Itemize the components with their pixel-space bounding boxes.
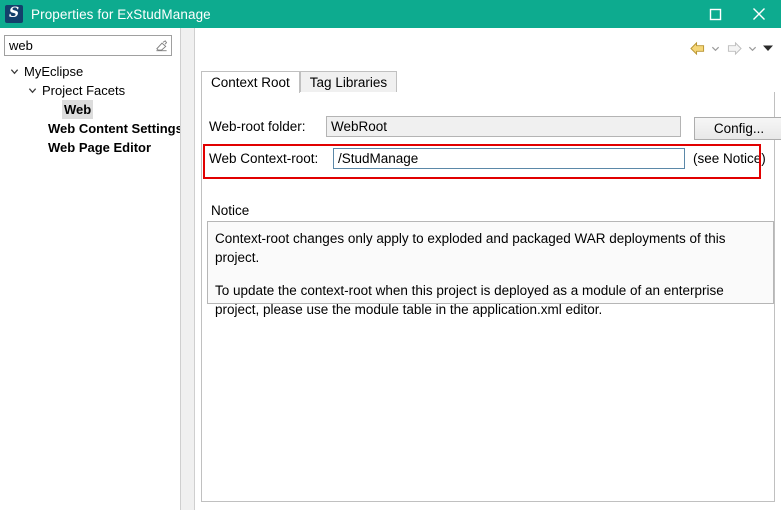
tree-item-web-page-editor[interactable]: Web Page Editor: [0, 138, 180, 157]
settings-tree: MyEclipse Project Facets Web Web Content…: [0, 62, 180, 157]
filter-search-box[interactable]: [4, 35, 172, 56]
back-arrow-icon[interactable]: [686, 38, 708, 58]
web-root-folder-label: Web-root folder:: [209, 119, 306, 134]
back-history-chevron-down-icon[interactable]: [708, 38, 723, 58]
tab-strip-filler: [397, 71, 775, 93]
web-context-root-row: Web Context-root: (see Notice): [209, 148, 769, 169]
web-root-folder-field: [326, 116, 681, 137]
web-root-folder-row: Web-root folder: Config...: [209, 116, 781, 140]
maximize-icon[interactable]: [693, 0, 737, 28]
web-context-root-label: Web Context-root:: [209, 151, 319, 166]
web-context-root-input[interactable]: [333, 148, 685, 169]
eraser-icon[interactable]: [153, 36, 169, 55]
tree-item-label: Web Content Settings: [48, 121, 180, 136]
chevron-down-icon[interactable]: [24, 81, 40, 100]
notice-label: Notice: [211, 203, 250, 218]
panel-divider-sash[interactable]: [180, 28, 195, 510]
tree-item-myeclipse[interactable]: MyEclipse: [0, 62, 180, 81]
tab-tag-libraries[interactable]: Tag Libraries: [299, 71, 398, 93]
see-notice-hint: (see Notice): [693, 151, 766, 166]
forward-arrow-icon: [723, 38, 745, 58]
tree-item-web[interactable]: Web: [0, 100, 180, 119]
tree-item-label: MyEclipse: [24, 64, 84, 79]
chevron-down-icon[interactable]: [6, 62, 22, 81]
settings-sidebar: MyEclipse Project Facets Web Web Content…: [0, 28, 180, 510]
myeclipse-icon: S: [5, 5, 23, 23]
close-icon[interactable]: [737, 0, 781, 28]
tab-strip: Context Root Tag Libraries: [201, 71, 775, 93]
chevron-down-filled-icon[interactable]: [760, 38, 775, 58]
history-navigation-bar: [686, 38, 775, 58]
search-input[interactable]: [5, 37, 153, 54]
tree-item-web-content-settings[interactable]: Web Content Settings: [0, 119, 180, 138]
notice-box: Context-root changes only apply to explo…: [207, 221, 774, 317]
tree-item-label: Web: [62, 100, 94, 119]
window-titlebar: S Properties for ExStudManage: [0, 0, 781, 28]
tab-context-root[interactable]: Context Root: [201, 71, 300, 93]
settings-detail-panel: Context Root Tag Libraries Web-root fold…: [195, 28, 781, 510]
config-button[interactable]: Config...: [694, 117, 781, 140]
notice-paragraph: To update the context-root when this pro…: [215, 283, 724, 317]
forward-history-chevron-down-icon[interactable]: [745, 38, 760, 58]
window-title: Properties for ExStudManage: [31, 6, 211, 22]
tree-item-project-facets[interactable]: Project Facets: [0, 81, 180, 100]
notice-paragraph: Context-root changes only apply to explo…: [215, 231, 726, 265]
tree-item-label: Web Page Editor: [48, 140, 152, 155]
tree-item-label: Project Facets: [42, 83, 126, 98]
